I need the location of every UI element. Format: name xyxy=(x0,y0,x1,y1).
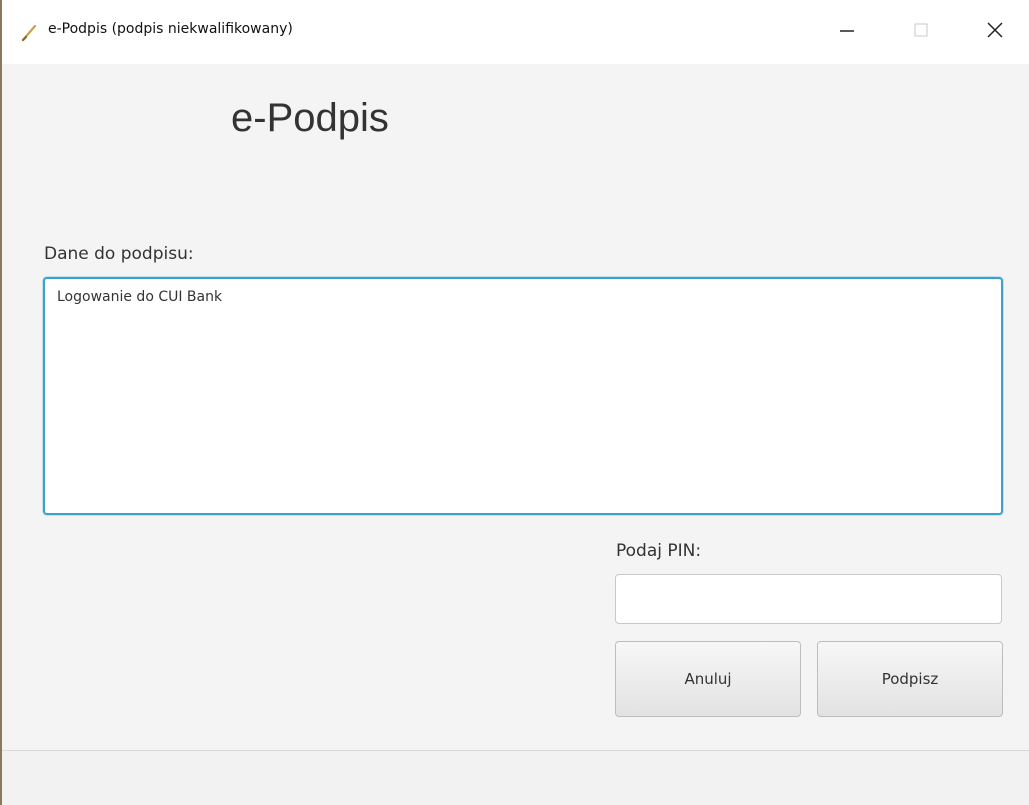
app-window: e-Podpis (podpis niekwalifikowany) e-Pod… xyxy=(0,0,1029,805)
sign-data-textarea[interactable]: Logowanie do CUI Bank xyxy=(43,277,1003,515)
footer-area xyxy=(2,751,1029,805)
title-bar[interactable]: e-Podpis (podpis niekwalifikowany) xyxy=(2,0,1029,64)
close-button[interactable] xyxy=(972,12,1018,52)
maximize-icon xyxy=(911,20,931,44)
window-title: e-Podpis (podpis niekwalifikowany) xyxy=(48,21,293,37)
pen-icon xyxy=(20,22,42,42)
minimize-icon xyxy=(837,20,857,44)
cancel-button[interactable]: Anuluj xyxy=(615,641,801,717)
pin-label: Podaj PIN: xyxy=(616,541,702,561)
maximize-button[interactable] xyxy=(898,12,944,52)
pin-input[interactable] xyxy=(615,574,1002,624)
dialog-content: e-Podpis Dane do podpisu: Logowanie do C… xyxy=(2,64,1029,750)
sign-data-label: Dane do podpisu: xyxy=(44,244,194,264)
page-title: e-Podpis xyxy=(231,96,389,140)
minimize-button[interactable] xyxy=(824,12,870,52)
sign-button[interactable]: Podpisz xyxy=(817,641,1003,717)
close-icon xyxy=(985,20,1005,44)
